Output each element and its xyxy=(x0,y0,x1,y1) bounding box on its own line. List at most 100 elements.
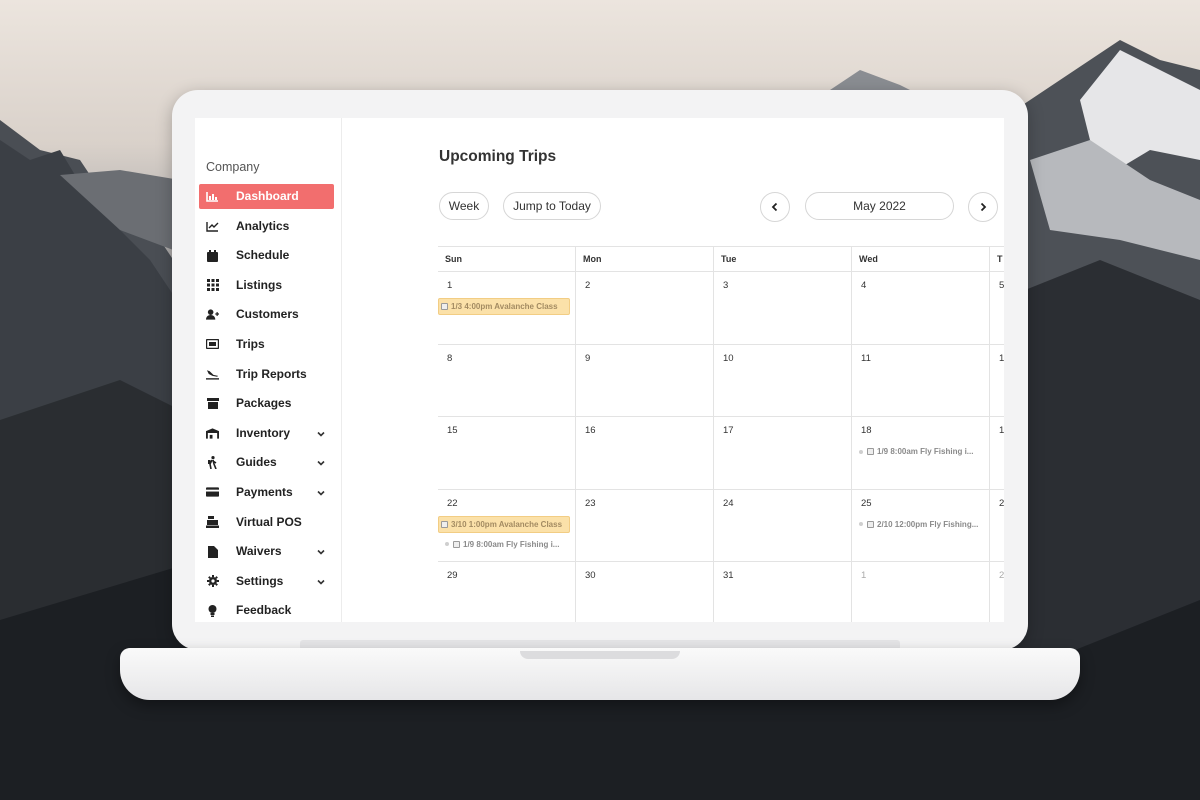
calendar-day-cell[interactable]: 2 xyxy=(990,562,1004,622)
sidebar-item-trip-reports[interactable]: Trip Reports xyxy=(199,362,334,387)
day-number: 4 xyxy=(861,280,867,291)
sidebar-nav: Dashboard Analytics Schedule Listings Custom… xyxy=(199,184,334,622)
chevron-down-icon[interactable] xyxy=(316,576,326,586)
event-label: 1/9 8:00am Fly Fishing i... xyxy=(463,539,560,549)
sidebar-item-analytics[interactable]: Analytics xyxy=(199,214,334,239)
calendar-day-cell[interactable]: 9 xyxy=(576,344,714,416)
calendar-day-cell[interactable]: 16 xyxy=(576,417,714,489)
plane-arrival-icon xyxy=(206,368,219,381)
sidebar: Company Dashboard Analytics Schedule Listin… xyxy=(195,118,342,622)
warehouse-icon xyxy=(206,427,219,440)
chevron-down-icon[interactable] xyxy=(316,546,326,556)
chevron-down-icon[interactable] xyxy=(316,457,326,467)
calendar-event[interactable]: 3/10 1:00pm Avalanche Class xyxy=(438,515,570,533)
calendar-day-cell[interactable]: 22 3/10 1:00pm Avalanche Class 1/9 8:00am … xyxy=(438,489,576,561)
calendar-event[interactable]: 1/9 8:00am Fly Fishing i... xyxy=(438,536,570,553)
sidebar-item-label: Payments xyxy=(236,484,293,499)
sidebar-item-listings[interactable]: Listings xyxy=(199,273,334,298)
sidebar-item-payments[interactable]: Payments xyxy=(199,480,334,505)
day-number: 2 xyxy=(585,280,591,291)
calendar-event[interactable]: 2/10 12:00pm Fly Fishing... xyxy=(852,516,984,533)
company-name: Company xyxy=(206,160,260,174)
page-title: Upcoming Trips xyxy=(439,148,557,165)
day-number: 16 xyxy=(585,425,596,436)
sidebar-item-label: Settings xyxy=(236,573,284,588)
day-number: 8 xyxy=(447,352,453,364)
sidebar-item-customers[interactable]: Customers xyxy=(199,302,334,327)
sidebar-item-dashboard[interactable]: Dashboard xyxy=(199,184,334,209)
analytics-icon xyxy=(206,220,219,233)
calendar-day-cell[interactable]: 1 xyxy=(852,562,990,622)
day-number: 3 xyxy=(723,280,729,291)
sidebar-item-label: Schedule xyxy=(236,248,290,263)
sidebar-item-trips[interactable]: Trips xyxy=(199,332,334,357)
sidebar-item-inventory[interactable]: Inventory xyxy=(199,421,334,446)
box-icon xyxy=(206,397,219,410)
prev-month-button[interactable] xyxy=(760,192,790,222)
calendar-day-cell[interactable]: 17 xyxy=(714,417,852,489)
calendar-day-cell[interactable]: 24 xyxy=(714,489,852,561)
event-dot xyxy=(859,449,863,454)
day-number: 24 xyxy=(723,497,734,509)
sidebar-item-feedback[interactable]: Feedback xyxy=(199,598,334,622)
weekday-header: Wed xyxy=(852,247,990,271)
day-number: 31 xyxy=(723,570,734,581)
calendar-day-cell[interactable]: 29 xyxy=(438,562,576,622)
sidebar-item-packages[interactable]: Packages xyxy=(199,391,334,416)
calendar-day-cell[interactable]: 5 xyxy=(990,272,1004,344)
calendar-day-cell[interactable]: 1 xyxy=(990,345,1004,417)
app-screen: Company Dashboard Analytics Schedule Listin… xyxy=(195,118,1004,622)
sidebar-item-schedule[interactable]: Schedule xyxy=(199,243,334,268)
day-number: 18 xyxy=(861,425,872,436)
calendar-event[interactable]: 1/9 8:00am Fly Fishing i... xyxy=(852,443,984,460)
calendar-day-cell[interactable]: 10 xyxy=(714,344,852,416)
calendar-day-cell[interactable]: 25 2/10 12:00pm Fly Fishing... xyxy=(852,489,990,561)
sidebar-item-guides[interactable]: Guides xyxy=(199,450,334,475)
calendar-day-cell[interactable]: 1 xyxy=(990,417,1004,489)
event-label: 2/10 12:00pm Fly Fishing... xyxy=(877,519,979,529)
dashboard-icon xyxy=(206,190,219,203)
calendar-week-row: 8 9 10 11 1 xyxy=(438,344,1004,417)
calendar-day-cell[interactable]: 23 xyxy=(576,489,714,561)
calendar-day-cell[interactable]: 18 1/9 8:00am Fly Fishing i... xyxy=(852,417,990,489)
calendar-day-cell[interactable]: 8 xyxy=(438,344,576,416)
next-month-button[interactable] xyxy=(968,192,998,222)
calendar-day-cell[interactable]: 3 xyxy=(714,272,852,344)
calendar-day-cell[interactable]: 2 xyxy=(576,272,714,344)
day-number: 29 xyxy=(447,570,458,581)
day-number: 25 xyxy=(861,497,872,509)
weekday-header: Mon xyxy=(576,247,714,271)
sidebar-item-label: Packages xyxy=(236,396,292,411)
week-view-button[interactable]: Week xyxy=(439,192,489,220)
sidebar-item-label: Trip Reports xyxy=(236,366,307,381)
day-number: 30 xyxy=(585,570,596,581)
calendar-day-cell[interactable]: 15 xyxy=(438,417,576,489)
day-number: 9 xyxy=(585,352,591,364)
calendar-day-cell[interactable]: 2 xyxy=(990,490,1004,562)
event-label: 3/10 1:00pm Avalanche Class xyxy=(451,519,563,529)
weekday-header: Sun xyxy=(438,247,576,271)
jump-to-today-button[interactable]: Jump to Today xyxy=(503,192,601,220)
cash-register-icon xyxy=(206,516,219,529)
calendar-day-cell[interactable]: 11 xyxy=(852,344,990,416)
sidebar-item-waivers[interactable]: Waivers xyxy=(199,539,334,564)
sidebar-item-label: Customers xyxy=(236,307,299,322)
sidebar-item-settings[interactable]: Settings xyxy=(199,569,334,594)
sidebar-item-virtual-pos[interactable]: Virtual POS xyxy=(199,510,334,535)
day-number: 2 xyxy=(999,497,1004,509)
calendar-day-cell[interactable]: 4 xyxy=(852,272,990,344)
chevron-down-icon[interactable] xyxy=(316,487,326,497)
event-label: 1/9 8:00am Fly Fishing i... xyxy=(877,447,974,456)
ticket-icon xyxy=(206,338,219,351)
calendar-day-cell[interactable]: 30 xyxy=(576,562,714,622)
event-checkbox-icon xyxy=(441,520,448,528)
day-number: 1 xyxy=(861,570,867,581)
calendar-event[interactable]: 1/3 4:00pm Avalanche Class xyxy=(438,298,570,315)
chevron-down-icon[interactable] xyxy=(316,428,326,438)
gear-icon xyxy=(206,575,219,588)
day-number: 1 xyxy=(999,425,1004,436)
calendar-day-cell[interactable]: 31 xyxy=(714,562,852,622)
calendar-day-cell[interactable]: 1 1/3 4:00pm Avalanche Class xyxy=(438,272,576,344)
sidebar-item-label: Virtual POS xyxy=(236,514,302,529)
month-selector[interactable]: May 2022 xyxy=(805,192,954,220)
